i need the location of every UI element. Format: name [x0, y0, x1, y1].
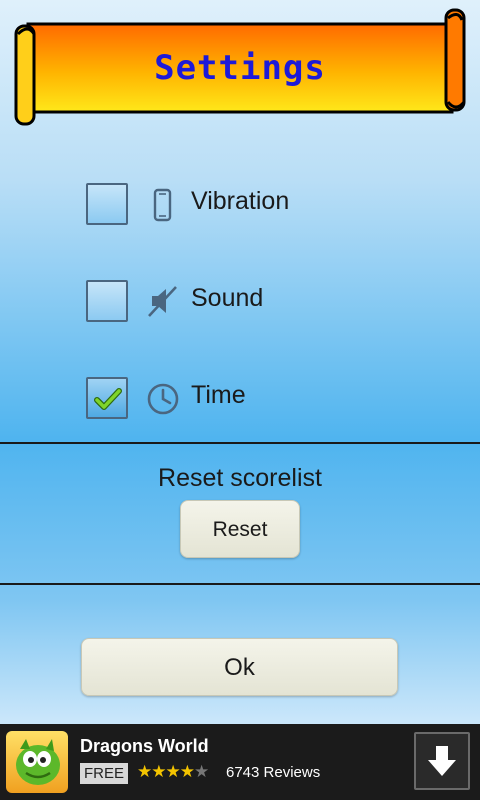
- page-title: Settings: [154, 48, 326, 88]
- sound-label: Sound: [191, 284, 264, 312]
- time-label: Time: [191, 381, 246, 409]
- ad-review-count: 6743 Reviews: [226, 764, 321, 781]
- ad-banner[interactable]: Dragons World FREE ★★★★★ 6743 Reviews: [0, 724, 480, 800]
- dragon-app-logo[interactable]: [6, 731, 68, 793]
- time-checkbox[interactable]: [86, 377, 128, 419]
- sound-muted-icon: [146, 283, 180, 319]
- reset-button[interactable]: Reset: [180, 500, 300, 558]
- ad-price-badge: FREE: [80, 763, 129, 784]
- setting-row-vibration[interactable]: Vibration: [86, 183, 416, 229]
- sound-checkbox[interactable]: [86, 280, 128, 322]
- vibration-label: Vibration: [191, 187, 290, 215]
- divider-bottom: [0, 583, 480, 585]
- setting-row-time[interactable]: Time: [86, 377, 416, 423]
- ad-app-name: Dragons World: [80, 736, 209, 756]
- star-empty-icon: ★: [194, 762, 209, 782]
- star-icon: ★: [151, 762, 166, 782]
- star-icon: ★: [165, 762, 181, 782]
- star-icon: ★: [137, 762, 152, 782]
- divider-top: [0, 442, 480, 444]
- ok-button[interactable]: Ok: [81, 638, 398, 696]
- download-button[interactable]: [414, 732, 470, 790]
- checkmark-icon: [94, 388, 122, 410]
- setting-row-sound[interactable]: Sound: [86, 280, 416, 326]
- download-icon: [428, 746, 456, 776]
- clock-icon: [146, 380, 180, 416]
- phone-icon: [146, 186, 180, 222]
- vibration-checkbox[interactable]: [86, 183, 128, 225]
- reset-scorelist-heading: Reset scorelist: [158, 464, 322, 492]
- ad-rating-stars: ★★★★★: [137, 762, 209, 782]
- star-icon: ★: [179, 762, 195, 782]
